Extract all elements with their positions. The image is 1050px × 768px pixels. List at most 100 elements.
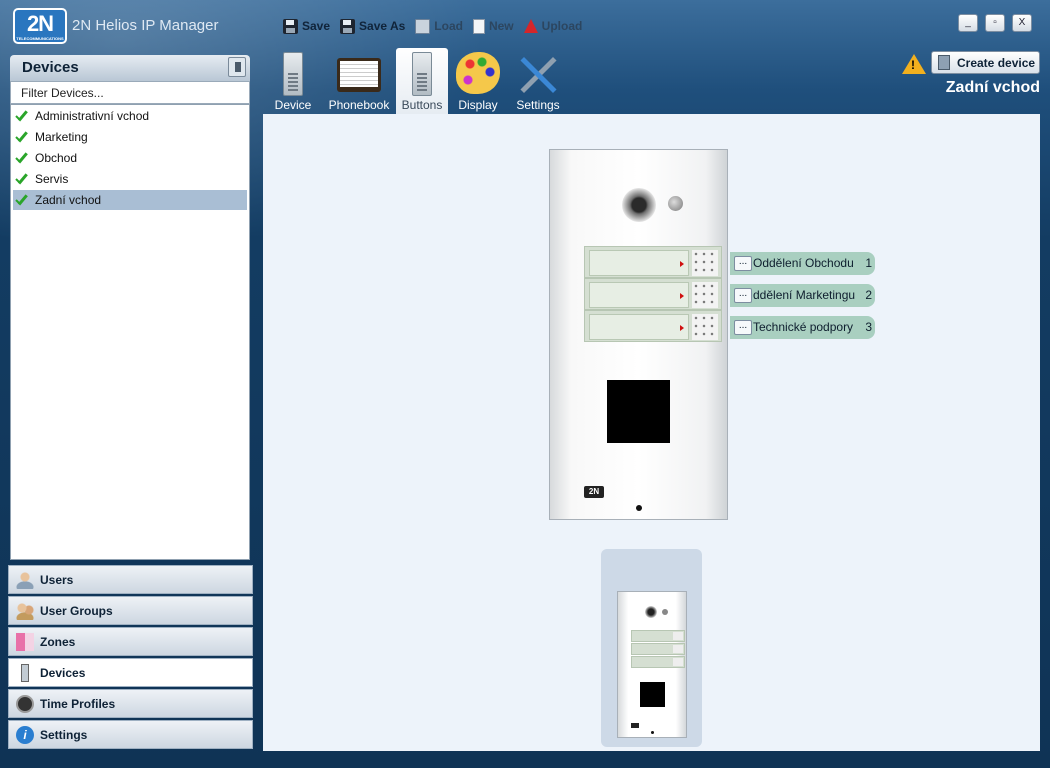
thumb-logo	[631, 723, 639, 728]
nav-time-profiles[interactable]: Time Profiles	[8, 689, 253, 718]
tab-label: Device	[274, 98, 312, 112]
filter-devices-input[interactable]: Filter Devices...	[10, 81, 250, 104]
nav-label: Zones	[40, 635, 76, 649]
tab-display[interactable]: Display	[454, 48, 502, 114]
panel-thumbnail[interactable]	[617, 591, 687, 738]
tab-device[interactable]: Device	[273, 48, 313, 114]
device-item-label: Administrativní vchod	[35, 109, 150, 123]
nav-label: User Groups	[40, 604, 113, 618]
thumb-button	[631, 656, 685, 668]
logo-text: 2N	[26, 11, 54, 36]
device-list: Administrativní vchod Marketing Obchod S…	[10, 104, 250, 560]
device-list-item[interactable]: Marketing	[13, 127, 247, 147]
edit-button-2[interactable]: ...	[734, 288, 752, 303]
clock-icon	[16, 695, 34, 713]
save-button[interactable]: Save	[283, 18, 331, 34]
create-device-button[interactable]: Create device	[931, 51, 1040, 74]
device-list-item[interactable]: Servis	[13, 169, 247, 189]
save-icon	[283, 18, 298, 34]
close-button[interactable]: X	[1012, 14, 1032, 32]
save-as-label: Save As	[359, 19, 406, 33]
new-button[interactable]: New	[472, 18, 514, 34]
card-reader-area	[607, 380, 670, 443]
minimize-button[interactable]: _	[958, 14, 978, 32]
thumb-button	[631, 630, 685, 642]
nav-settings[interactable]: i Settings	[8, 720, 253, 749]
button-face	[589, 282, 689, 308]
create-device-label: Create device	[957, 56, 1036, 70]
upload-label: Upload	[541, 19, 583, 33]
button-label-text: Oddělení Obchodu	[753, 256, 854, 270]
button-label-text: Technické podpory	[753, 320, 854, 334]
nav-label: Time Profiles	[40, 697, 116, 711]
nav-label: Users	[40, 573, 74, 587]
edit-button-3[interactable]: ...	[734, 320, 752, 335]
tab-label: Settings	[516, 98, 560, 112]
button-label-2[interactable]: ... ddělení Marketingu 2	[730, 284, 875, 307]
thumb-microphone	[651, 731, 654, 734]
button-number: 2	[865, 288, 872, 302]
speaker-grille	[692, 314, 718, 340]
save-label: Save	[302, 19, 331, 33]
upload-button[interactable]: Upload	[523, 19, 583, 33]
maximize-button[interactable]: ▫	[985, 14, 1005, 32]
nav-zones[interactable]: Zones	[8, 627, 253, 656]
panel-button-2[interactable]	[584, 278, 722, 310]
load-button[interactable]: Load	[415, 18, 463, 34]
user-groups-icon	[16, 602, 34, 620]
device-list-item[interactable]: Administrativní vchod	[13, 106, 247, 126]
speaker-grille	[692, 282, 718, 308]
device-list-item-selected[interactable]: Zadní vchod	[13, 190, 247, 210]
check-icon	[15, 194, 31, 206]
thumb-led	[662, 609, 668, 615]
info-icon: i	[16, 726, 34, 744]
check-icon	[15, 173, 31, 185]
app-window: 2N TELECOMMUNICATIONS 2N Helios IP Manage…	[0, 0, 1050, 768]
edit-button-1[interactable]: ...	[734, 256, 752, 271]
button-label-3[interactable]: ... Technické podpory 3	[730, 316, 875, 339]
nav-user-groups[interactable]: User Groups	[8, 596, 253, 625]
tab-phonebook[interactable]: Phonebook	[327, 48, 391, 114]
panel-button-1[interactable]	[584, 246, 722, 278]
save-as-button[interactable]: Save As	[340, 18, 406, 34]
palette-icon	[456, 52, 500, 94]
button-face	[589, 314, 689, 340]
device-list-item[interactable]: Obchod	[13, 148, 247, 168]
tab-label: Phonebook	[328, 98, 390, 112]
button-number: 3	[865, 320, 872, 334]
check-icon	[15, 152, 31, 164]
panel-button-3[interactable]	[584, 310, 722, 342]
toolbar: Save Save As Load New Upload	[283, 16, 582, 36]
thumb-button	[631, 643, 685, 655]
device-icon	[21, 664, 29, 682]
nav-users[interactable]: Users	[8, 565, 253, 594]
new-label: New	[488, 19, 514, 33]
device-item-label: Zadní vchod	[35, 193, 102, 207]
check-icon	[15, 110, 31, 122]
button-label-text: ddělení Marketingu	[753, 288, 856, 302]
device-item-label: Marketing	[35, 130, 88, 144]
panel-logo: 2N	[584, 486, 604, 498]
intercom-icon	[412, 52, 432, 96]
camera-icon	[622, 188, 656, 222]
tab-buttons[interactable]: Buttons	[396, 48, 448, 114]
led-indicator	[668, 196, 683, 211]
intercom-panel-preview: 2N	[549, 149, 728, 520]
2n-logo: 2N TELECOMMUNICATIONS	[13, 8, 67, 44]
button-face	[589, 250, 689, 276]
button-label-1[interactable]: ... Oddělení Obchodu 1	[730, 252, 875, 275]
nav-devices[interactable]: Devices	[8, 658, 253, 687]
user-icon	[16, 571, 34, 589]
load-icon	[415, 18, 431, 34]
devices-panel-header: Devices	[10, 55, 250, 81]
current-device-name: Zadní vchod	[945, 79, 1040, 96]
tab-settings[interactable]: Settings	[512, 48, 564, 114]
new-file-icon	[472, 18, 485, 34]
thumb-camera-icon	[645, 606, 657, 618]
create-device-icon	[938, 55, 950, 70]
add-device-icon[interactable]	[228, 57, 246, 77]
tab-label: Buttons	[401, 98, 443, 112]
check-icon	[15, 131, 31, 143]
device-item-label: Servis	[35, 172, 69, 186]
warning-icon[interactable]: !	[902, 54, 926, 74]
